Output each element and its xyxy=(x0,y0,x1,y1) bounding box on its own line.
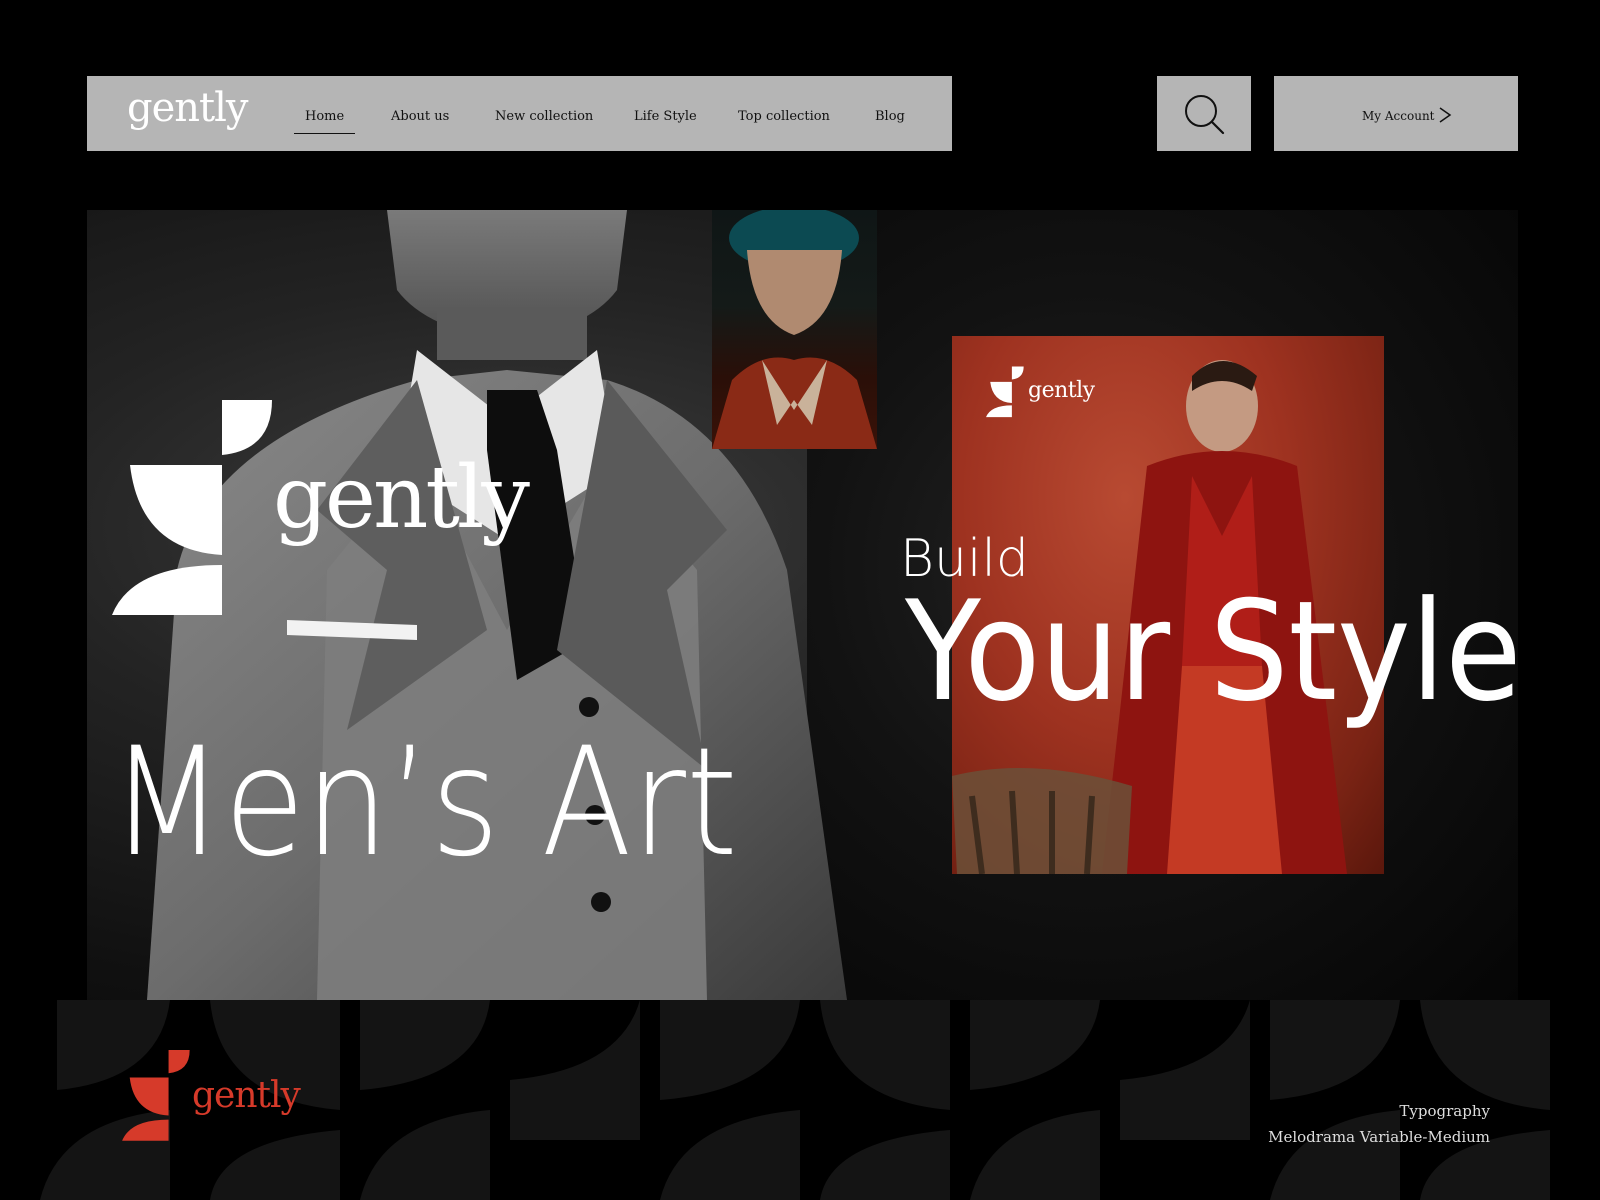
nav-item-top-collection[interactable]: Top collection xyxy=(738,109,830,124)
search-button[interactable] xyxy=(1157,76,1251,151)
nav-item-life-style[interactable]: Life Style xyxy=(634,109,697,124)
footer-logo-mark xyxy=(122,1050,190,1141)
nav-item-new-collection[interactable]: New collection xyxy=(495,109,593,124)
typography-label: Typography xyxy=(1399,1102,1490,1120)
typography-value: Melodrama Variable-Medium xyxy=(1268,1128,1490,1146)
chevron-right-icon xyxy=(1439,107,1452,123)
search-icon xyxy=(1185,95,1225,135)
top-nav-bar: gently Home About us New collection Life… xyxy=(87,76,952,151)
nav-item-about-us[interactable]: About us xyxy=(391,109,449,124)
my-account-button[interactable]: My Account xyxy=(1274,76,1518,151)
gently-logo-mark xyxy=(112,400,272,615)
nav-logo[interactable]: gently xyxy=(127,88,249,128)
footer-logo-text: gently xyxy=(192,1075,301,1116)
my-account-label: My Account xyxy=(1362,109,1435,123)
tagline-your-style: Your Style xyxy=(905,571,1522,732)
hero-headline: Men’s Art xyxy=(110,716,738,890)
hero-logo-text: gently xyxy=(273,448,530,548)
nav-item-home[interactable]: Home xyxy=(293,109,356,134)
beret-model-photo xyxy=(712,210,877,449)
nav-item-blog[interactable]: Blog xyxy=(875,109,905,124)
